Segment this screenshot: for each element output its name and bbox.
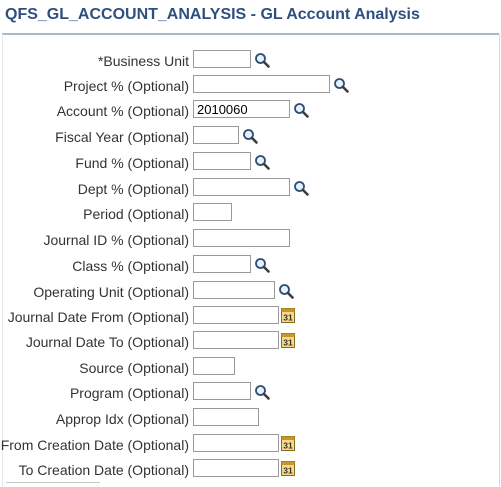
field-row-business-unit: *Business Unit bbox=[0, 50, 501, 72]
fund-label: Fund % (Optional) bbox=[75, 155, 189, 171]
to-creation-date-label: To Creation Date (Optional) bbox=[18, 462, 189, 478]
journal-id-input[interactable] bbox=[193, 229, 290, 247]
dept-lookup-icon[interactable] bbox=[293, 180, 309, 196]
source-label: Source (Optional) bbox=[79, 360, 189, 376]
field-row-operating-unit: Operating Unit (Optional) bbox=[0, 281, 501, 303]
approp-idx-label: Approp Idx (Optional) bbox=[55, 411, 189, 427]
program-label: Program (Optional) bbox=[69, 385, 189, 401]
field-row-source: Source (Optional) bbox=[0, 357, 501, 379]
journal-date-from-label: Journal Date From (Optional) bbox=[7, 309, 189, 325]
dept-label: Dept % (Optional) bbox=[77, 181, 189, 197]
svg-text:31: 31 bbox=[283, 466, 293, 476]
field-row-dept: Dept % (Optional) bbox=[0, 178, 501, 200]
field-row-fiscal-year: Fiscal Year (Optional) bbox=[0, 126, 501, 148]
account-input[interactable]: 2010060 bbox=[193, 100, 290, 118]
journal-date-to-input[interactable] bbox=[193, 331, 279, 349]
to-creation-date-input[interactable] bbox=[193, 459, 279, 477]
to-creation-date-calendar-icon[interactable]: 31 bbox=[281, 461, 295, 476]
field-row-journal-date-to: Journal Date To (Optional) 31 bbox=[0, 331, 501, 353]
operating-unit-input[interactable] bbox=[193, 281, 275, 299]
class-label: Class % (Optional) bbox=[72, 258, 189, 274]
field-row-account: Account % (Optional) 2010060 bbox=[0, 100, 501, 122]
journal-date-to-calendar-icon[interactable]: 31 bbox=[281, 333, 295, 348]
account-label: Account % (Optional) bbox=[56, 103, 189, 119]
field-row-journal-date-from: Journal Date From (Optional) 31 bbox=[0, 306, 501, 328]
field-row-approp-idx: Approp Idx (Optional) bbox=[0, 408, 501, 430]
program-input[interactable] bbox=[193, 382, 251, 400]
dept-input[interactable] bbox=[193, 178, 290, 196]
operating-unit-label: Operating Unit (Optional) bbox=[33, 284, 189, 300]
field-row-period: Period (Optional) bbox=[0, 203, 501, 225]
project-label: Project % (Optional) bbox=[63, 78, 189, 94]
period-input[interactable] bbox=[193, 203, 232, 221]
account-lookup-icon[interactable] bbox=[293, 102, 309, 118]
journal-date-to-label: Journal Date To (Optional) bbox=[25, 334, 189, 350]
svg-text:31: 31 bbox=[283, 313, 293, 323]
svg-text:31: 31 bbox=[283, 441, 293, 451]
bottom-tab-edge bbox=[6, 482, 100, 487]
field-row-to-creation-date: To Creation Date (Optional) 31 bbox=[0, 459, 501, 481]
page-header: QFS_GL_ACCOUNT_ANALYSIS - GL Account Ana… bbox=[0, 0, 501, 34]
page-title: QFS_GL_ACCOUNT_ANALYSIS - GL Account Ana… bbox=[5, 6, 420, 23]
from-creation-date-input[interactable] bbox=[193, 434, 279, 452]
business-unit-input[interactable] bbox=[193, 50, 251, 68]
field-row-fund: Fund % (Optional) bbox=[0, 152, 501, 174]
journal-id-label: Journal ID % (Optional) bbox=[43, 232, 189, 248]
project-lookup-icon[interactable] bbox=[333, 77, 349, 93]
class-input[interactable] bbox=[193, 255, 251, 273]
fiscal-year-label: Fiscal Year (Optional) bbox=[55, 129, 189, 145]
business-unit-lookup-icon[interactable] bbox=[254, 52, 270, 68]
operating-unit-lookup-icon[interactable] bbox=[278, 283, 294, 299]
field-row-project: Project % (Optional) bbox=[0, 75, 501, 97]
period-label: Period (Optional) bbox=[83, 206, 189, 222]
svg-text:31: 31 bbox=[283, 338, 293, 348]
field-row-journal-id: Journal ID % (Optional) bbox=[0, 229, 501, 251]
field-row-from-creation-date: From Creation Date (Optional) 31 bbox=[0, 434, 501, 456]
class-lookup-icon[interactable] bbox=[254, 257, 270, 273]
from-creation-date-label: From Creation Date (Optional) bbox=[0, 437, 189, 453]
project-input[interactable] bbox=[193, 75, 330, 93]
fiscal-year-lookup-icon[interactable] bbox=[242, 128, 258, 144]
program-lookup-icon[interactable] bbox=[254, 384, 270, 400]
from-creation-date-calendar-icon[interactable]: 31 bbox=[281, 436, 295, 451]
fiscal-year-input[interactable] bbox=[193, 126, 239, 144]
approp-idx-input[interactable] bbox=[193, 408, 259, 426]
field-row-program: Program (Optional) bbox=[0, 382, 501, 404]
journal-date-from-input[interactable] bbox=[193, 306, 279, 324]
journal-date-from-calendar-icon[interactable]: 31 bbox=[281, 308, 295, 323]
fund-lookup-icon[interactable] bbox=[254, 154, 270, 170]
field-row-class: Class % (Optional) bbox=[0, 255, 501, 277]
source-input[interactable] bbox=[193, 357, 235, 375]
fund-input[interactable] bbox=[193, 152, 251, 170]
title-divider bbox=[2, 33, 499, 35]
business-unit-label: *Business Unit bbox=[97, 53, 189, 69]
